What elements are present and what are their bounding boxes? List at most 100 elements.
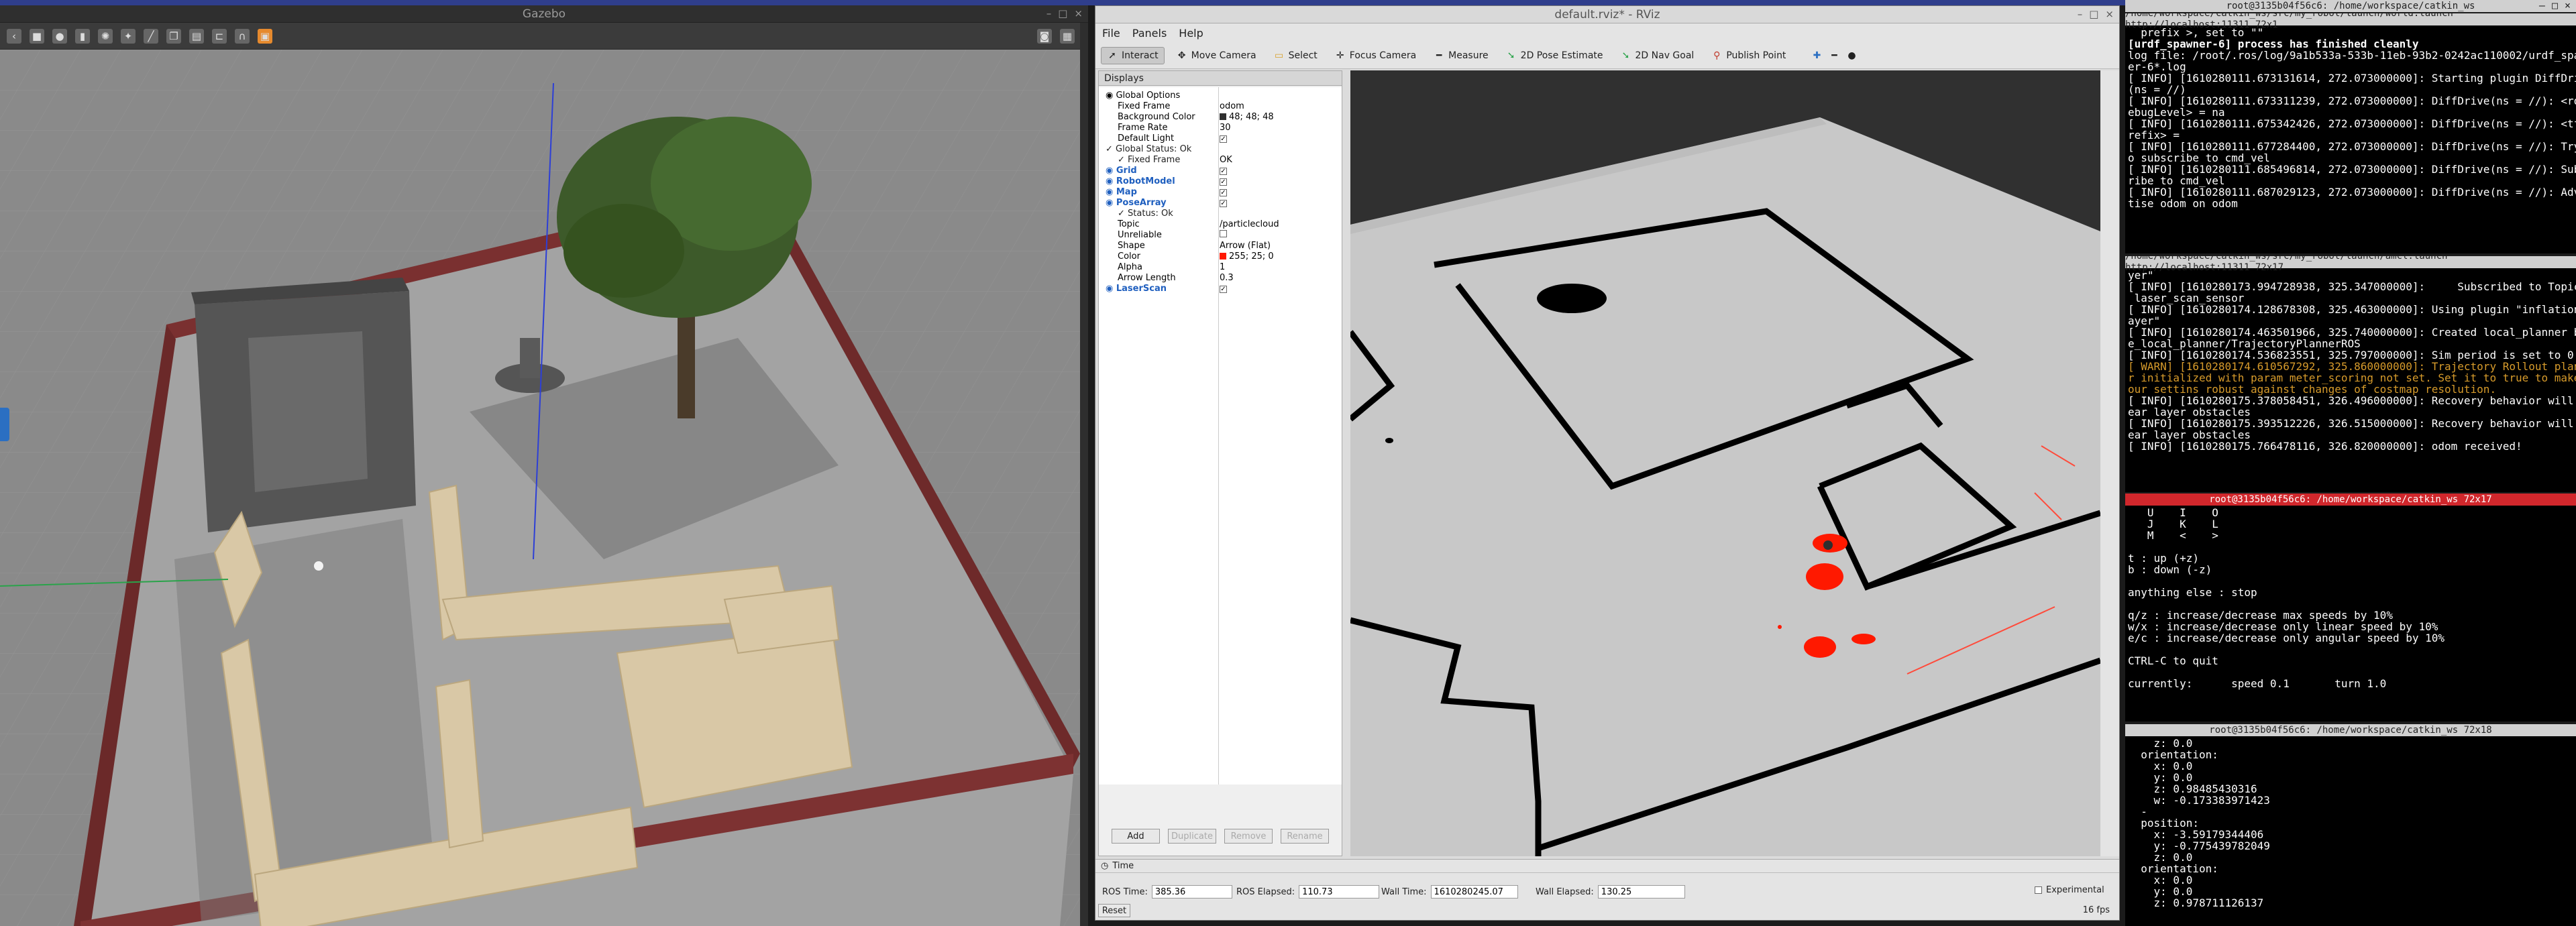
- display-checkbox[interactable]: ✓: [1220, 188, 1227, 196]
- display-value[interactable]: ✓: [1220, 284, 1227, 294]
- terminal-world-launch[interactable]: /home/workspace/catkin_ws/src/my_robot/l…: [2125, 13, 2576, 253]
- display-row[interactable]: Alpha 1: [1099, 262, 1342, 272]
- display-checkbox[interactable]: ✓: [1220, 285, 1227, 293]
- align-icon[interactable]: ⊏: [212, 28, 227, 44]
- tool-2d-nav-goal[interactable]: ➘ 2D Nav Goal: [1615, 48, 1700, 64]
- display-checkbox[interactable]: [1220, 229, 1227, 237]
- close-button[interactable]: ×: [2565, 0, 2571, 11]
- display-value[interactable]: [1220, 229, 1227, 240]
- terminal-echo[interactable]: root@3135b04f56c6: /home/workspace/catki…: [2125, 724, 2576, 926]
- display-value[interactable]: odom: [1220, 101, 1244, 111]
- terminal-teleop[interactable]: root@3135b04f56c6: /home/workspace/catki…: [2125, 494, 2576, 721]
- display-row[interactable]: Shape Arrow (Flat): [1099, 240, 1342, 251]
- experimental-toggle[interactable]: Experimental: [2035, 885, 2104, 895]
- tool-interact[interactable]: ➚ Interact: [1101, 46, 1165, 64]
- display-row[interactable]: ✓ Fixed Frame OK: [1099, 154, 1342, 165]
- display-row[interactable]: ◉ Map ✓: [1099, 186, 1342, 197]
- minimize-button[interactable]: –: [2539, 0, 2545, 11]
- display-row[interactable]: Background Color 48; 48; 48: [1099, 111, 1342, 122]
- display-value[interactable]: /particlecloud: [1220, 219, 1279, 229]
- maximize-button[interactable]: □: [1058, 7, 1067, 19]
- cylinder-shape-icon[interactable]: ▮: [75, 28, 90, 44]
- reset-button[interactable]: Reset: [1098, 904, 1130, 917]
- display-value[interactable]: ✓: [1220, 187, 1227, 197]
- remove-tool-icon[interactable]: ━: [1829, 50, 1839, 61]
- display-row[interactable]: ◉ Global Options: [1099, 90, 1342, 101]
- tool-options-icon[interactable]: ●: [1846, 50, 1857, 61]
- remove-button[interactable]: Remove: [1224, 829, 1273, 844]
- box-shape-icon[interactable]: ■: [30, 28, 44, 44]
- snap-icon[interactable]: ∩: [235, 28, 250, 44]
- display-row[interactable]: Fixed Frame odom: [1099, 101, 1342, 111]
- arrow-left-icon[interactable]: ‹: [7, 28, 21, 44]
- wall-elapsed-input[interactable]: [1597, 885, 1685, 899]
- display-row[interactable]: Frame Rate 30: [1099, 122, 1342, 133]
- display-value[interactable]: 30: [1220, 123, 1231, 133]
- tool-measure[interactable]: ━ Measure: [1428, 48, 1494, 64]
- display-value[interactable]: ✓: [1220, 166, 1227, 176]
- terminal-window-title-bar[interactable]: root@3135b04f56c6: /home/workspace/catki…: [2125, 0, 2576, 12]
- display-value[interactable]: ✓: [1220, 133, 1227, 143]
- display-value[interactable]: 0.3: [1220, 273, 1234, 283]
- column-divider[interactable]: [1218, 87, 1219, 785]
- paste-icon[interactable]: ▤: [189, 28, 204, 44]
- tool-select[interactable]: ▭ Select: [1269, 48, 1323, 64]
- display-row[interactable]: ◉ Grid ✓: [1099, 165, 1342, 176]
- screenshot-icon[interactable]: ◙: [1037, 28, 1052, 44]
- display-value[interactable]: 255; 25; 0: [1220, 251, 1274, 262]
- tool-publish-point[interactable]: ⚲ Publish Point: [1706, 48, 1791, 64]
- minimize-button[interactable]: –: [2078, 8, 2083, 20]
- menu-panels[interactable]: Panels: [1132, 27, 1167, 40]
- display-value[interactable]: 48; 48; 48: [1220, 112, 1274, 122]
- display-row[interactable]: Arrow Length 0.3: [1099, 272, 1342, 283]
- display-row[interactable]: Topic/particlecloud: [1099, 219, 1342, 229]
- display-row[interactable]: ◉ PoseArray ✓: [1099, 197, 1342, 208]
- add-button[interactable]: Add: [1112, 829, 1160, 844]
- displays-tree[interactable]: ◉ Global Options Fixed Frame odom Backgroun…: [1099, 87, 1342, 785]
- menu-help[interactable]: Help: [1179, 27, 1203, 40]
- display-row[interactable]: Unreliable: [1099, 229, 1342, 240]
- gazebo-side-panel-toggle[interactable]: [0, 408, 9, 441]
- display-row[interactable]: Color 255; 25; 0: [1099, 251, 1342, 262]
- orange-select-icon[interactable]: ▣: [258, 28, 272, 44]
- display-row[interactable]: ◉ LaserScan ✓: [1099, 283, 1342, 294]
- gazebo-title-bar[interactable]: Gazebo – □ ×: [0, 5, 1088, 23]
- display-value[interactable]: Arrow (Flat): [1220, 241, 1271, 251]
- gazebo-splitter[interactable]: [1080, 23, 1088, 926]
- maximize-button[interactable]: □: [2089, 8, 2098, 20]
- terminal-amcl-launch[interactable]: /home/workspace/catkin_ws/src/my_robot/l…: [2125, 256, 2576, 492]
- light-icon[interactable]: ✺: [98, 28, 113, 44]
- display-row[interactable]: ✓ Status: Ok: [1099, 208, 1342, 219]
- ros-time-input[interactable]: [1151, 885, 1232, 899]
- tool-2d-pose-estimate[interactable]: ➘ 2D Pose Estimate: [1501, 48, 1609, 64]
- sphere-shape-icon[interactable]: ●: [52, 28, 67, 44]
- display-value[interactable]: ✓: [1220, 176, 1227, 186]
- close-button[interactable]: ×: [2105, 8, 2114, 20]
- tool-move-camera[interactable]: ✥ Move Camera: [1171, 48, 1262, 64]
- duplicate-button[interactable]: Duplicate: [1168, 829, 1216, 844]
- spot-light-icon[interactable]: ✦: [121, 28, 136, 44]
- display-value[interactable]: OK: [1220, 155, 1232, 165]
- maximize-button[interactable]: □: [2552, 0, 2558, 11]
- experimental-checkbox[interactable]: [2035, 886, 2042, 894]
- display-row[interactable]: ◉ RobotModel ✓: [1099, 176, 1342, 186]
- display-checkbox[interactable]: ✓: [1220, 178, 1227, 186]
- copy-icon[interactable]: ❐: [166, 28, 181, 44]
- menu-file[interactable]: File: [1102, 27, 1120, 40]
- tool-focus-camera[interactable]: ✛ Focus Camera: [1330, 48, 1421, 64]
- close-button[interactable]: ×: [1074, 7, 1083, 19]
- rviz-3d-view[interactable]: [1350, 70, 2100, 856]
- log-icon[interactable]: ▦: [1060, 28, 1075, 44]
- display-value[interactable]: ✓: [1220, 198, 1227, 208]
- display-row[interactable]: Default Light ✓: [1099, 133, 1342, 143]
- rviz-title-bar[interactable]: default.rviz* - RViz – □ ×: [1095, 6, 2119, 23]
- display-row[interactable]: ✓ Global Status: Ok: [1099, 143, 1342, 154]
- display-checkbox[interactable]: ✓: [1220, 199, 1227, 207]
- add-tool-icon[interactable]: ✚: [1811, 50, 1822, 61]
- gazebo-3d-viewport[interactable]: [0, 50, 1080, 926]
- display-checkbox[interactable]: ✓: [1220, 167, 1227, 175]
- ros-elapsed-input[interactable]: [1299, 885, 1380, 899]
- rename-button[interactable]: Rename: [1281, 829, 1329, 844]
- display-value[interactable]: 1: [1220, 262, 1225, 272]
- directional-light-icon[interactable]: ╱: [144, 28, 158, 44]
